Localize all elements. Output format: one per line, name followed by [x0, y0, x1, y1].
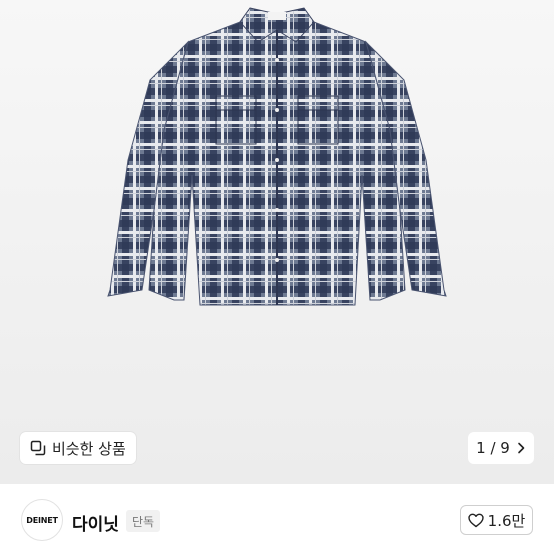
exclusive-badge: 단독 [126, 510, 161, 532]
product-image-gallery[interactable]: 비슷한 상품 1 / 9 [0, 0, 554, 484]
similar-products-label: 비슷한 상품 [52, 439, 126, 458]
product-page: 비슷한 상품 1 / 9 DEINET 다이닛 단독 1.6만 [0, 0, 554, 554]
seller-avatar[interactable]: DEINET [21, 499, 63, 541]
product-photo-plaid-shirt [107, 7, 447, 306]
image-pager-button[interactable]: 1 / 9 [468, 432, 534, 464]
image-pager-text: 1 / 9 [476, 439, 510, 457]
seller-avatar-text: DEINET [26, 515, 58, 525]
heart-outline-icon [467, 513, 484, 527]
copy-squares-icon [30, 440, 46, 456]
like-count: 1.6만 [487, 511, 526, 530]
seller-name[interactable]: 다이닛 [72, 510, 119, 535]
like-button[interactable]: 1.6만 [460, 505, 533, 535]
chevron-right-icon [518, 442, 525, 454]
similar-products-button[interactable]: 비슷한 상품 [20, 432, 136, 464]
